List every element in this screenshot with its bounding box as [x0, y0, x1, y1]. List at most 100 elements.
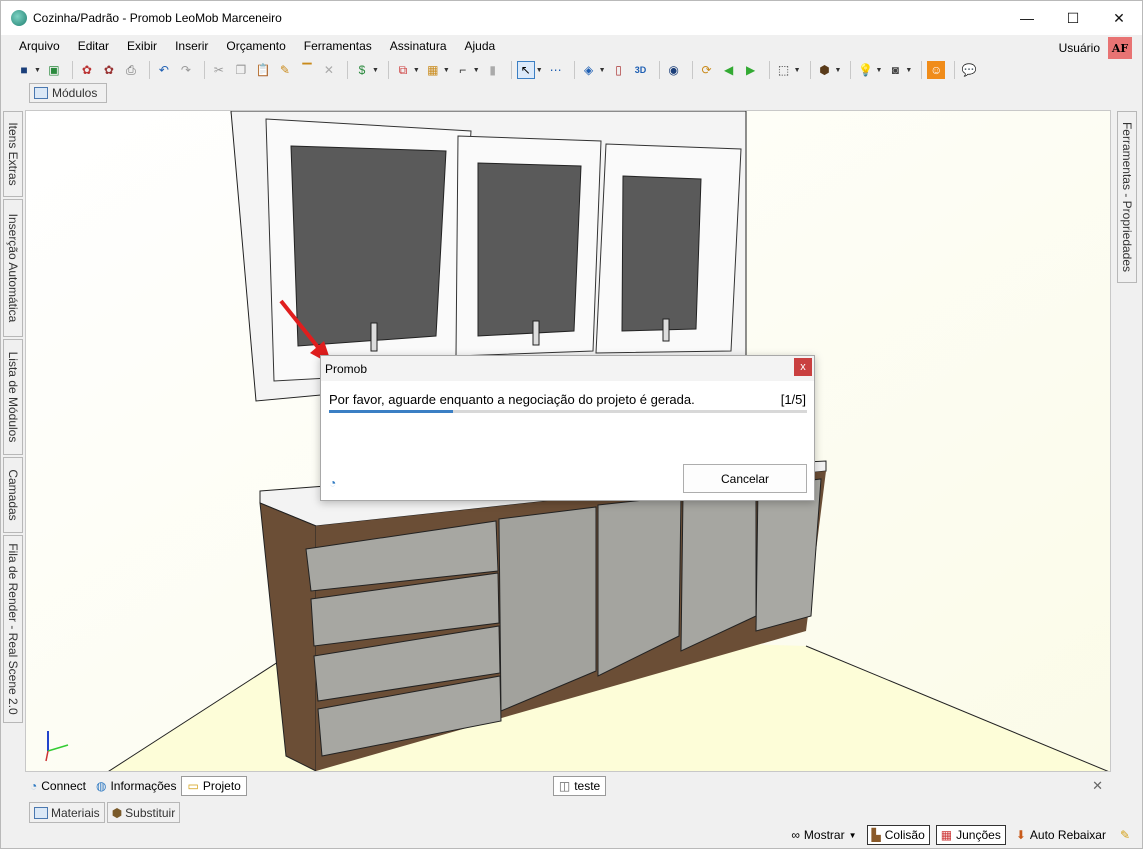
export-icon[interactable]: ▣ [45, 61, 63, 79]
auto-lower-toggle[interactable]: ⬇ Auto Rebaixar [1012, 825, 1110, 845]
auto-lower-icon: ⬇ [1015, 828, 1026, 842]
undo-icon[interactable]: ↶ [155, 61, 173, 79]
window-controls: — ☐ ✕ [1004, 1, 1142, 35]
arrow-left-icon[interactable]: ◀ [720, 61, 738, 79]
menu-orcamento[interactable]: Orçamento [217, 39, 294, 53]
materials-icon [34, 806, 48, 819]
connect-icon: ◔ [30, 779, 38, 793]
tab-label: Substituir [125, 805, 176, 820]
wand-icon: ✎ [1119, 828, 1130, 842]
tab-informacoes[interactable]: ◍ Informações [91, 776, 182, 796]
tab-insercao-automatica[interactable]: Inserção Automática [3, 199, 23, 337]
modules-icon [34, 87, 48, 99]
folder-icon: ▭ [187, 779, 199, 793]
chevron-down-icon[interactable]: ▼ [875, 67, 882, 74]
dialog-title: Promob [325, 361, 368, 376]
measure-icon[interactable]: ⋯ [547, 61, 565, 79]
camera-icon[interactable]: ◙ [886, 61, 904, 79]
tab-lista-modulos[interactable]: Lista de Módulos [3, 339, 23, 455]
money-icon[interactable]: $ [353, 61, 371, 79]
wand-button[interactable]: ✎ [1116, 825, 1134, 845]
chevron-down-icon[interactable]: ▼ [835, 67, 842, 74]
maximize-button[interactable]: ☐ [1050, 1, 1096, 35]
tab-camadas[interactable]: Camadas [3, 457, 23, 533]
chevron-down-icon[interactable]: ▼ [443, 67, 450, 74]
layers-icon[interactable]: ◈ [580, 61, 598, 79]
box-icon[interactable]: ⬢ [816, 61, 834, 79]
document-icon: ◫ [558, 779, 571, 793]
minimize-button[interactable]: — [1004, 1, 1050, 35]
chat-icon[interactable]: 💬 [960, 61, 978, 79]
glasses-icon: ∞ [791, 828, 800, 842]
tab-modulos[interactable]: Módulos [29, 83, 107, 103]
render2-icon[interactable]: ✿ [100, 61, 118, 79]
paste-icon[interactable]: 📋 [254, 61, 272, 79]
chevron-down-icon[interactable]: ▼ [905, 67, 912, 74]
dialog-title-bar: Promob x [321, 356, 814, 381]
tab-label: Camadas [6, 469, 20, 521]
render-icon[interactable]: ✿ [78, 61, 96, 79]
chevron-down-icon[interactable]: ▼ [794, 67, 801, 74]
avatar[interactable]: AF [1108, 37, 1132, 59]
chevron-down-icon[interactable]: ▼ [413, 67, 420, 74]
chevron-down-icon[interactable]: ▼ [599, 67, 606, 74]
title-bar: Cozinha/Padrão - Promob LeoMob Marceneir… [1, 1, 1142, 35]
menu-inserir[interactable]: Inserir [166, 39, 217, 53]
menu-assinatura[interactable]: Assinatura [381, 39, 456, 53]
menu-editar[interactable]: Editar [69, 39, 118, 53]
print-icon[interactable]: ⎙ [122, 61, 140, 79]
module-icon[interactable]: ⧉ [394, 61, 412, 79]
user-label[interactable]: Usuário [1059, 41, 1100, 55]
connector-icon[interactable]: ⌐ [454, 61, 472, 79]
tab-ferramentas-propriedades[interactable]: Ferramentas - Propriedades [1117, 111, 1137, 283]
paint-icon[interactable]: ✎ [276, 61, 294, 79]
progress-bar [329, 410, 807, 413]
chevron-down-icon[interactable]: ▼ [372, 67, 379, 74]
tab-teste[interactable]: ◫ teste [552, 776, 607, 796]
menu-ferramentas[interactable]: Ferramentas [295, 39, 381, 53]
close-icon[interactable]: ✕ [1092, 778, 1103, 794]
redo-icon[interactable]: ↷ [177, 61, 195, 79]
chevron-down-icon[interactable]: ▼ [473, 67, 480, 74]
tab-fila-render[interactable]: Fila de Render - Real Scene 2.0 [3, 535, 23, 723]
arrow-right-icon[interactable]: ▶ [742, 61, 760, 79]
tab-projeto[interactable]: ▭ Projeto [181, 776, 247, 796]
show-dropdown[interactable]: ∞ Mostrar ▼ [787, 825, 860, 845]
auto-lower-label: Auto Rebaixar [1029, 828, 1106, 842]
cancel-button[interactable]: Cancelar [683, 464, 807, 493]
wall-icon[interactable]: ▮ [484, 61, 502, 79]
chevron-down-icon[interactable]: ▼ [34, 67, 41, 74]
tab-materiais[interactable]: Materiais [29, 802, 105, 823]
eye-icon[interactable]: ◉ [665, 61, 683, 79]
cut-icon[interactable]: ✂ [210, 61, 228, 79]
tab-label: Ferramentas - Propriedades [1120, 121, 1134, 273]
grid-icon[interactable]: ▦ [424, 61, 442, 79]
save-icon[interactable]: ■ [15, 61, 33, 79]
copy-icon[interactable]: ❐ [232, 61, 250, 79]
dialog-close-button[interactable]: x [794, 358, 812, 376]
collision-toggle[interactable]: ▙ Colisão [866, 825, 930, 845]
user-icon[interactable]: ☺ [927, 61, 946, 79]
select-icon[interactable]: ↖ [516, 61, 535, 79]
bottom-panel-tabs: ◔ Connect ◍ Informações ▭ Projeto ◫ test… [25, 775, 1111, 797]
chevron-down-icon[interactable]: ▼ [536, 67, 543, 74]
sync-icon[interactable]: ⟳ [698, 61, 716, 79]
user-area: Usuário AF [1059, 35, 1132, 61]
view-icon[interactable]: ⬚ [775, 61, 793, 79]
menu-ajuda[interactable]: Ajuda [456, 39, 505, 53]
delete-icon[interactable]: ✕ [320, 61, 338, 79]
door-icon[interactable]: ▯ [610, 61, 628, 79]
tab-itens-extras[interactable]: Itens Extras [3, 111, 23, 197]
tab-label: Fila de Render - Real Scene 2.0 [6, 543, 20, 715]
3d-icon[interactable]: 3D [632, 61, 650, 79]
junctions-toggle[interactable]: ▦ Junções [935, 825, 1006, 845]
paint-roller-icon[interactable]: ▔ [298, 61, 316, 79]
light-icon[interactable]: 💡 [856, 61, 874, 79]
tab-substituir[interactable]: ⬢ Substituir [106, 802, 181, 823]
tab-connect[interactable]: ◔ Connect [25, 776, 91, 796]
globe-icon: ◍ [95, 779, 107, 793]
menu-arquivo[interactable]: Arquivo [10, 39, 69, 53]
close-button[interactable]: ✕ [1096, 1, 1142, 35]
menu-exibir[interactable]: Exibir [118, 39, 166, 53]
tab-label: Connect [41, 779, 86, 793]
